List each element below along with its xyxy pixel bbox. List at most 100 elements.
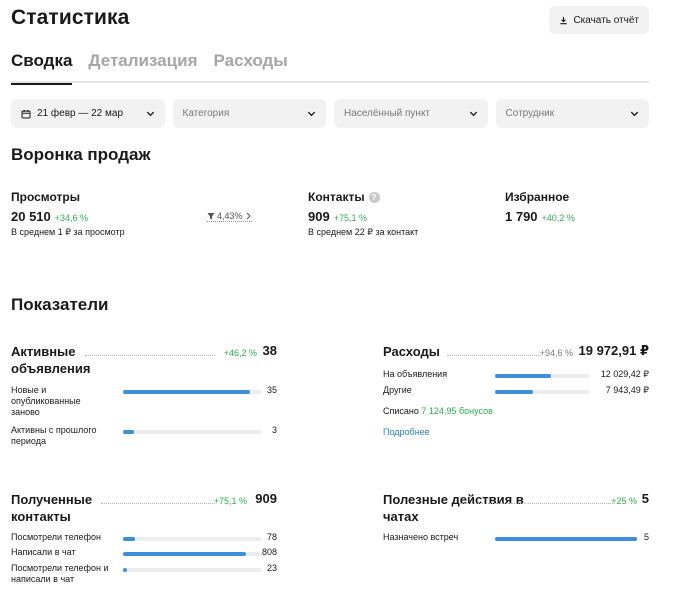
contacts-value: 909 (308, 209, 330, 224)
category-select[interactable]: Категория (172, 99, 326, 128)
funnel-title: Воронка продаж (11, 145, 151, 164)
list-item: Новые и опубликованные заново 35 (11, 385, 277, 421)
help-icon[interactable]: ? (368, 191, 380, 203)
views-label: Просмотры (11, 190, 81, 204)
row-label: Новые и опубликованные заново (11, 385, 81, 417)
calendar-icon (21, 109, 31, 118)
date-range-select[interactable]: 21 февр — 22 мар (11, 99, 165, 128)
conversion-link[interactable]: 4,43% (207, 211, 252, 222)
dotted-leader (447, 355, 541, 356)
bar-fill (495, 537, 637, 541)
list-item: Посмотрели телефон 78 (11, 532, 277, 544)
row-value: 12 029,42 ₽ (600, 369, 649, 379)
row-value: 78 (266, 532, 277, 542)
contacts-label: Контакты (308, 190, 365, 204)
page-title: Статистика (11, 6, 130, 29)
indicators-title: Показатели (11, 295, 109, 314)
city-select[interactable]: Населённый пункт (334, 99, 488, 128)
download-report-label: Скачать отчёт (573, 14, 639, 26)
row-label: Активны с прошлого периода (11, 425, 97, 446)
download-icon (560, 16, 568, 24)
active-ads-delta: +46,2 % (223, 348, 257, 358)
employee-placeholder: Сотрудник (505, 108, 555, 119)
bar-fill (495, 390, 533, 394)
chat-actions-title: Полезные действия в чатах (383, 492, 524, 524)
row-label: Посмотрели телефон (11, 532, 101, 542)
chevron-right-icon (246, 212, 251, 220)
row-value: 3 (271, 425, 277, 435)
row-value: 35 (266, 385, 277, 395)
expenses-delta: +94,6 % (539, 348, 573, 358)
category-placeholder: Категория (182, 108, 230, 119)
funnel-contacts: Контакты ? 909 +75,1 % В среднем 22 ₽ за… (308, 190, 418, 238)
bar-fill (495, 374, 552, 378)
row-value: 7 943,49 ₽ (605, 385, 649, 395)
list-item: Написали в чат 808 (11, 547, 277, 559)
bar-track (123, 537, 261, 541)
row-label: Написали в чат (11, 547, 76, 557)
expenses-card: Расходы +94,6 % 19 972,91 ₽ На объявлени… (383, 343, 649, 443)
written-off-label: Списано (383, 406, 419, 416)
tab-expenses[interactable]: Расходы (214, 50, 288, 83)
chat-actions-delta: +25 % (611, 496, 637, 506)
received-contacts-card: Полученные контакты +75,1 % 909 Посмотре… (11, 491, 277, 591)
conversion-value: 4,43% (217, 211, 243, 221)
dotted-leader (459, 503, 615, 504)
bar-fill (123, 537, 136, 541)
favorites-value: 1 790 (505, 209, 538, 224)
active-ads-title: Активные объявления (11, 344, 91, 376)
chat-actions-card: Полезные действия в чатах +25 % 5 Назнач… (383, 491, 649, 551)
funnel-icon (207, 213, 215, 220)
bar-track (123, 390, 261, 394)
active-ads-card: Активные объявления +46,2 % 38 Новые и о… (11, 343, 277, 453)
active-ads-total: 38 (262, 343, 277, 358)
bar-track (495, 537, 637, 541)
row-label: На объявления (383, 369, 448, 379)
employee-select[interactable]: Сотрудник (495, 99, 649, 128)
chevron-down-icon (146, 111, 154, 117)
contacts-average: В среднем 22 ₽ за контакт (308, 227, 419, 237)
chevron-down-icon (630, 111, 639, 117)
row-value: 808 (261, 547, 277, 557)
funnel-views: Просмотры 20 510 +34,6 % В среднем 1 ₽ з… (11, 190, 125, 238)
bar-fill (123, 430, 135, 434)
dotted-leader (85, 355, 215, 356)
expenses-title: Расходы (383, 344, 440, 359)
chevron-down-icon (469, 111, 477, 117)
more-details-link[interactable]: Подробнее (383, 427, 649, 439)
bar-track (123, 552, 261, 556)
bar-track (495, 390, 589, 394)
list-item: Назначено встреч 5 (383, 532, 649, 544)
funnel-favorites: Избранное 1 790 +40,2 % (505, 190, 575, 224)
tabs: Сводка Детализация Расходы (11, 50, 649, 85)
bar-track (123, 430, 261, 434)
download-report-button[interactable]: Скачать отчёт (549, 6, 649, 34)
favorites-label: Избранное (505, 190, 570, 204)
expenses-total: 19 972,91 ₽ (578, 343, 650, 358)
row-label: Другие (383, 385, 412, 395)
views-average: В среднем 1 ₽ за просмотр (11, 227, 125, 237)
filters-bar: 21 февр — 22 мар Категория Населённый пу… (11, 99, 649, 128)
row-value: 5 (643, 532, 649, 542)
row-label: Назначено встреч (383, 532, 459, 542)
chat-actions-total: 5 (641, 491, 649, 506)
bar-fill (123, 552, 246, 556)
received-contacts-delta: +75,1 % (213, 496, 247, 506)
list-item: Активны с прошлого периода 3 (11, 425, 277, 449)
bar-track (495, 374, 589, 378)
tab-details[interactable]: Детализация (88, 50, 197, 83)
views-delta: +34,6 % (54, 213, 89, 223)
date-range-value: 21 февр — 22 мар (37, 108, 124, 119)
page-header: Статистика Скачать отчёт (11, 6, 649, 36)
views-value: 20 510 (11, 209, 51, 224)
list-item: На объявления 12 029,42 ₽ (383, 369, 649, 381)
received-contacts-title: Полученные контакты (11, 492, 93, 524)
list-item: Другие 7 943,49 ₽ (383, 385, 649, 397)
row-value: 23 (266, 563, 277, 573)
chevron-down-icon (307, 111, 316, 117)
bar-fill (123, 390, 250, 394)
bar-track (123, 568, 261, 572)
received-contacts-total: 909 (255, 491, 277, 506)
tab-summary[interactable]: Сводка (11, 50, 73, 85)
bonus-written-off: Списано 7 124,95 бонусов (383, 406, 649, 418)
